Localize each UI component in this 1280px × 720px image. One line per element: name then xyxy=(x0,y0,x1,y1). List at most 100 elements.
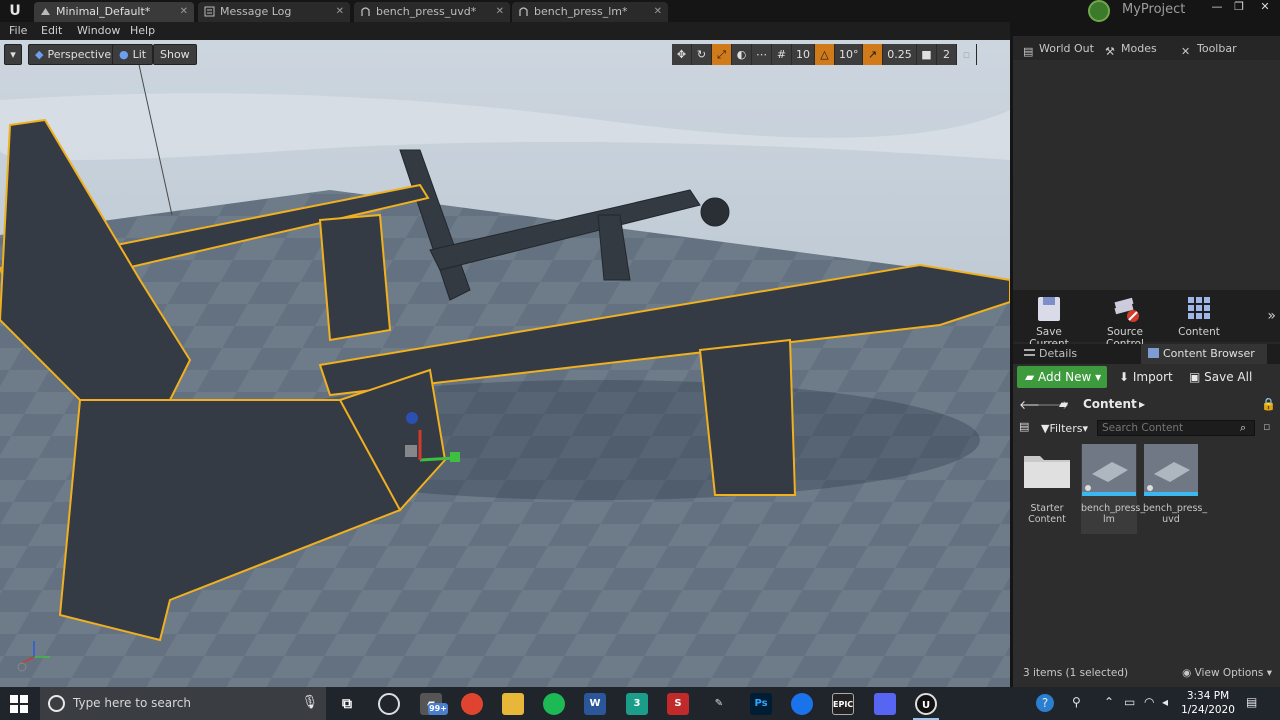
save-current-button[interactable]: Save Current xyxy=(1019,294,1079,350)
asset-bench-press-lm[interactable]: bench_press_ lm xyxy=(1081,444,1145,534)
close-icon[interactable]: ✕ xyxy=(336,2,344,21)
rotation-snap-icon[interactable]: △ xyxy=(815,44,835,65)
world-outliner-area[interactable] xyxy=(1013,60,1280,314)
right-panel: ▤ World Out ⚒ Modes ✕ Toolbar Save Current … xyxy=(1013,36,1280,687)
volume-icon[interactable]: ◂ xyxy=(1162,695,1168,709)
scale-snap-value[interactable]: 0.25 xyxy=(883,44,917,65)
tab-details[interactable]: Details xyxy=(1017,344,1137,364)
perspective-button[interactable]: ◆ Perspective xyxy=(28,44,119,65)
wifi-icon[interactable]: ◠ xyxy=(1144,695,1154,709)
close-window-button[interactable]: ✕ xyxy=(1254,0,1276,16)
chevron-right-icon[interactable]: ▸ xyxy=(1139,397,1145,411)
eye-icon: ◉ xyxy=(1182,667,1195,679)
people-icon[interactable]: ⚲ xyxy=(1072,695,1081,709)
camera-speed-icon[interactable]: ■ xyxy=(917,44,937,65)
save-all-button[interactable]: ▣ Save All xyxy=(1189,366,1252,388)
viewport-options-button[interactable]: ▾ xyxy=(4,44,22,65)
chrome-icon[interactable] xyxy=(461,693,483,715)
notifications-icon[interactable]: ▤ xyxy=(1246,695,1257,709)
grid-snap-value[interactable]: 10 xyxy=(792,44,815,65)
tab-toolbar[interactable]: ✕ Toolbar xyxy=(1177,39,1237,59)
perspective-label: Perspective xyxy=(47,48,112,61)
scale-snap-icon[interactable]: ↗ xyxy=(863,44,883,65)
sources-panel-icon[interactable]: ▤ xyxy=(1019,420,1029,433)
import-button[interactable]: ⬇ Import xyxy=(1119,366,1173,388)
help-icon[interactable]: ? xyxy=(1036,694,1054,712)
maps-pin-icon[interactable] xyxy=(791,693,813,715)
clock[interactable]: 3:34 PM 1/24/2020 xyxy=(1180,689,1236,717)
rotation-snap-value[interactable]: 10° xyxy=(835,44,863,65)
project-badge-icon[interactable] xyxy=(1088,0,1110,22)
maximize-viewport-icon[interactable]: ▫ xyxy=(957,44,977,65)
3ds-max-icon[interactable]: 3 xyxy=(626,693,648,715)
asset-name: bench_press_ xyxy=(1143,503,1208,514)
maximize-button[interactable]: ❐ xyxy=(1228,0,1250,16)
battery-icon[interactable]: ▭ xyxy=(1124,695,1135,709)
close-icon[interactable]: ✕ xyxy=(180,2,188,21)
static-mesh-icon xyxy=(519,7,528,16)
level-viewport[interactable]: ▾ ◆ Perspective ● Lit Show ✥ ↻ ⤢ ◐ ⋯ # 10 … xyxy=(0,40,1010,687)
spotify-icon[interactable] xyxy=(543,693,565,715)
menu-file[interactable]: File xyxy=(9,24,27,37)
add-new-button[interactable]: ▰ Add New ▾ xyxy=(1017,366,1107,388)
chevron-down-icon: ▾ xyxy=(1263,667,1272,679)
world-local-icon[interactable]: ◐ xyxy=(732,44,752,65)
wrench-icon: ✕ xyxy=(1181,45,1191,58)
tablet-icon[interactable]: ✎ xyxy=(708,693,730,715)
close-icon[interactable]: ✕ xyxy=(654,2,662,21)
windows-start-icon[interactable] xyxy=(10,695,28,713)
chevron-up-icon[interactable]: ⌃ xyxy=(1104,695,1114,709)
history-icon[interactable]: ▫ xyxy=(1263,420,1270,433)
search-icon[interactable]: ⌕ xyxy=(1240,421,1246,435)
word-icon[interactable]: W xyxy=(584,693,606,715)
menu-window[interactable]: Window xyxy=(77,24,120,37)
lower-tab-bar: Details Content Browser xyxy=(1013,344,1280,364)
tab-label: Message Log xyxy=(220,5,292,18)
path-content[interactable]: Content xyxy=(1083,397,1137,411)
tab-label: Modes xyxy=(1121,42,1157,55)
save-icon xyxy=(1038,297,1060,321)
search-content-input[interactable] xyxy=(1097,420,1255,436)
asset-bench-press-uvd[interactable]: bench_press_ uvd xyxy=(1143,444,1208,525)
tab-bench-press-uvd[interactable]: bench_press_uvd* ✕ xyxy=(354,2,510,22)
tab-bench-press-lm[interactable]: bench_press_lm* ✕ xyxy=(512,2,668,22)
surface-snap-icon[interactable]: ⋯ xyxy=(752,44,772,65)
steam-icon[interactable] xyxy=(378,693,400,715)
microphone-icon[interactable]: 🎙 xyxy=(301,695,318,710)
minimize-button[interactable]: — xyxy=(1206,0,1228,16)
source-control-button[interactable]: Source Control xyxy=(1087,294,1163,350)
lock-icon[interactable]: 🔒 xyxy=(1261,397,1276,411)
taskbar-search[interactable]: Type here to search 🎙 xyxy=(40,687,326,720)
tab-world-outliner[interactable]: ▤ World Out xyxy=(1019,39,1094,59)
scale-icon[interactable]: ⤢ xyxy=(712,44,732,65)
scene-render[interactable] xyxy=(0,40,1010,687)
content-button[interactable]: Content xyxy=(1171,294,1227,338)
camera-speed-value[interactable]: 2 xyxy=(937,44,957,65)
tab-modes[interactable]: ⚒ Modes xyxy=(1101,39,1157,59)
substance-icon[interactable]: S xyxy=(667,693,689,715)
unreal-logo-icon[interactable]: U xyxy=(6,2,24,20)
file-explorer-icon[interactable] xyxy=(502,693,524,715)
chevron-right-icon[interactable]: » xyxy=(1267,308,1276,324)
epic-games-icon[interactable]: EPIC xyxy=(832,693,854,715)
tab-content-browser[interactable]: Content Browser xyxy=(1141,344,1267,364)
view-mode-button[interactable]: ● Lit xyxy=(112,44,154,65)
grid-snap-icon[interactable]: # xyxy=(772,44,792,65)
unreal-engine-icon[interactable]: U xyxy=(913,693,939,720)
tab-message-log[interactable]: Message Log ✕ xyxy=(198,2,350,22)
menu-help[interactable]: Help xyxy=(130,24,155,37)
task-view-icon[interactable]: ⧉ xyxy=(336,693,358,715)
asset-starter-content[interactable]: Starter Content xyxy=(1019,444,1075,525)
translate-icon[interactable]: ✥ xyxy=(672,44,692,65)
view-options-button[interactable]: ◉ View Options ▾ xyxy=(1182,667,1272,679)
filters-button[interactable]: ▼Filters▾ xyxy=(1041,420,1088,438)
discord-icon[interactable] xyxy=(874,693,896,715)
save-all-icon: ▣ xyxy=(1189,370,1205,384)
show-button[interactable]: Show xyxy=(153,44,197,65)
close-icon[interactable]: ✕ xyxy=(496,2,504,21)
photoshop-icon[interactable]: Ps xyxy=(750,693,772,715)
menu-edit[interactable]: Edit xyxy=(41,24,62,37)
rotate-icon[interactable]: ↻ xyxy=(692,44,712,65)
tab-minimal-default[interactable]: Minimal_Default* ✕ xyxy=(34,2,194,22)
folder-icon: ▰ xyxy=(1059,397,1069,411)
